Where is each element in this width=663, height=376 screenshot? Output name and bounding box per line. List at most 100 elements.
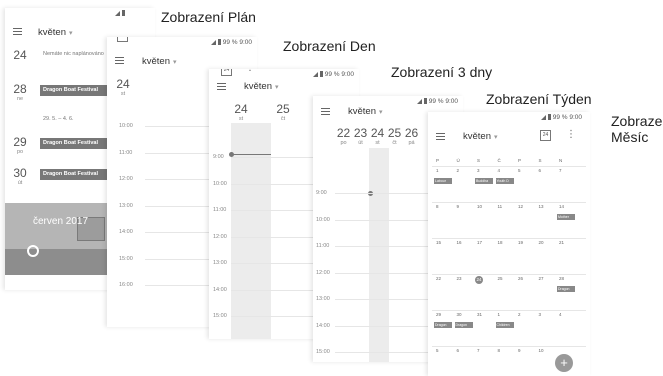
day-cell[interactable]: 31 — [477, 312, 482, 317]
month-selector[interactable]: květen ▾ — [348, 106, 383, 117]
month-event-chip[interactable]: Dragon — [434, 322, 452, 328]
event-chip[interactable]: Dragon Boat Festival — [40, 85, 110, 96]
day-cell[interactable]: 23 — [457, 276, 462, 281]
hour-label: 14:00 — [119, 229, 133, 235]
menu-icon[interactable] — [321, 108, 330, 115]
add-event-button[interactable]: + — [555, 354, 573, 372]
week-divider — [432, 238, 586, 239]
day-cell[interactable]: 16 — [457, 240, 462, 245]
day-cell[interactable]: 11 — [498, 204, 503, 209]
week-divider — [432, 166, 586, 167]
day-name: po — [16, 149, 24, 155]
battery-percent: 99 % — [552, 114, 568, 121]
day-cell[interactable]: 20 — [539, 240, 544, 245]
month-event-chip[interactable]: Labour — [434, 178, 452, 184]
today-calendar-icon[interactable]: 24 — [117, 37, 128, 42]
day-cell[interactable]: 7 — [559, 168, 562, 173]
title-day-view: Zobrazení Den — [283, 38, 376, 54]
status-bar — [5, 8, 155, 20]
month-event-chip[interactable]: Mother — [557, 214, 575, 220]
day-cell[interactable]: 12 — [518, 204, 523, 209]
day-cell[interactable]: 14 — [559, 204, 564, 209]
battery-icon — [217, 39, 221, 46]
day-cell[interactable]: 25 — [498, 276, 503, 281]
day-number: 29 — [13, 135, 27, 149]
day-cell[interactable]: 2 — [457, 168, 460, 173]
status-time: 9:00 — [569, 114, 582, 121]
month-event-chip[interactable]: Dragon — [557, 286, 575, 292]
today-day-cell[interactable]: 24 — [475, 276, 483, 284]
day-cell[interactable]: 9 — [518, 348, 521, 353]
hour-label: 11:00 — [316, 243, 330, 249]
more-options-icon[interactable]: ⋮ — [566, 130, 576, 140]
day-number: 30 — [13, 166, 27, 180]
hour-label: 9:00 — [213, 154, 224, 160]
day-cell[interactable]: 27 — [539, 276, 544, 281]
day-cell[interactable]: 10 — [477, 204, 482, 209]
day-name: út — [358, 140, 363, 146]
month-label: květen — [348, 106, 376, 117]
day-cell[interactable]: 7 — [477, 348, 480, 353]
week-divider — [432, 202, 586, 203]
day-cell[interactable]: 17 — [477, 240, 482, 245]
month-event-chip[interactable]: Youth D — [495, 178, 514, 184]
menu-icon[interactable] — [436, 133, 445, 140]
day-cell[interactable]: 18 — [498, 240, 503, 245]
day-cell[interactable]: 9 — [457, 204, 460, 209]
event-chip[interactable]: Dragon Boat Festival — [40, 138, 110, 149]
day-cell[interactable]: 5 — [436, 348, 439, 353]
day-cell[interactable]: 1 — [498, 312, 501, 317]
day-cell[interactable]: 10 — [539, 348, 544, 353]
hour-label: 16:00 — [119, 282, 133, 288]
day-cell[interactable]: 5 — [518, 168, 521, 173]
weekday-header: S — [477, 158, 481, 163]
more-options-icon[interactable]: ⋮ — [141, 37, 151, 39]
day-cell[interactable]: 13 — [539, 204, 544, 209]
day-cell[interactable]: 1 — [436, 168, 439, 173]
day-name: st — [375, 140, 380, 146]
collage: Zobrazení Plán Zobrazení Den Zobrazení 3… — [0, 0, 663, 376]
day-number: 25 — [387, 126, 402, 140]
month-selector[interactable]: květen ▾ — [38, 27, 73, 38]
menu-icon[interactable] — [217, 83, 226, 90]
event-chip[interactable]: Dragon Boat Festival — [40, 169, 110, 180]
title-plan-view: Zobrazení Plán — [161, 9, 256, 25]
battery-icon — [122, 10, 125, 17]
day-cell[interactable]: 28 — [559, 276, 564, 281]
menu-icon[interactable] — [115, 57, 124, 64]
month-event-chip[interactable]: Children — [495, 322, 514, 328]
signal-icon — [210, 39, 216, 45]
day-cell[interactable]: 6 — [457, 348, 460, 353]
day-cell[interactable]: 21 — [559, 240, 564, 245]
day-cell[interactable]: 26 — [518, 276, 523, 281]
status-time: 9:00 — [239, 39, 252, 46]
today-calendar-icon[interactable]: 24 — [540, 130, 551, 141]
menu-icon[interactable] — [13, 28, 22, 35]
hour-label: 12:00 — [316, 269, 330, 276]
day-cell[interactable]: 8 — [498, 348, 501, 353]
day-cell[interactable]: 29 — [436, 312, 441, 317]
day-cell[interactable]: 30 — [457, 312, 462, 317]
day-cell[interactable]: 6 — [539, 168, 542, 173]
day-cell[interactable]: 2 — [518, 312, 521, 317]
banner-ground — [5, 249, 108, 275]
week-divider — [432, 346, 586, 347]
hour-label: 13:00 — [213, 260, 227, 266]
day-cell[interactable]: 4 — [498, 168, 501, 173]
day-cell[interactable]: 3 — [477, 168, 480, 173]
month-view-screen: 99 % 9:00 květen ▾ 24 ⋮ PÚSČPSN1234567891… — [428, 112, 590, 376]
day-cell[interactable]: 8 — [436, 204, 439, 209]
month-event-chip[interactable]: Dragon — [454, 322, 473, 328]
day-cell[interactable]: 3 — [539, 312, 542, 317]
more-options-icon[interactable]: ⋮ — [245, 69, 255, 73]
title-month-view: Zobrazení Měsíc — [611, 113, 663, 145]
day-cell[interactable]: 22 — [436, 276, 441, 281]
month-event-chip[interactable]: Buddha — [475, 178, 493, 184]
day-cell[interactable]: 19 — [518, 240, 523, 245]
month-selector[interactable]: květen ▾ — [142, 56, 177, 67]
day-cell[interactable]: 4 — [559, 312, 562, 317]
month-selector[interactable]: květen ▾ — [463, 131, 498, 142]
day-cell[interactable]: 15 — [436, 240, 441, 245]
month-selector[interactable]: květen ▾ — [244, 81, 279, 92]
day-name-2: čt — [280, 116, 286, 122]
